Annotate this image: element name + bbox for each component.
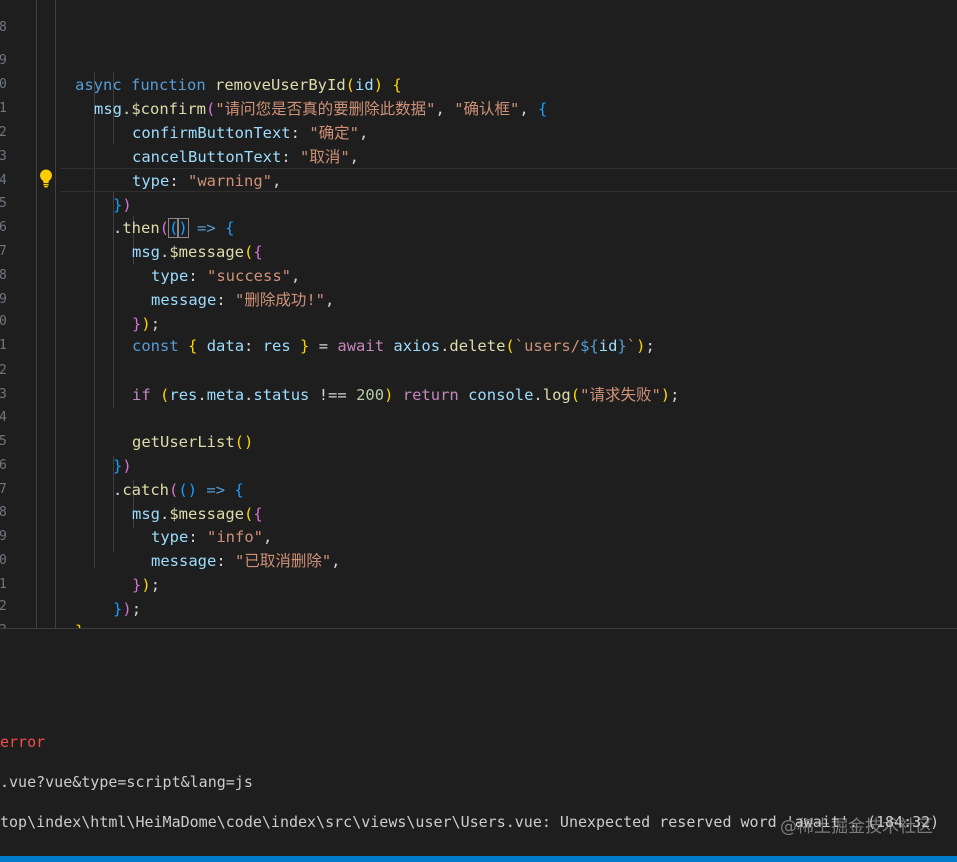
line-number: 3 — [0, 619, 11, 628]
code-line[interactable]: 8 message: "删除成功!", — [0, 240, 957, 309]
code-line[interactable]: 1 }); — [0, 549, 957, 618]
code-line[interactable]: 5 }) — [0, 406, 957, 475]
code-line[interactable]: 4 }) — [0, 145, 957, 214]
code-line[interactable]: 8 type: "info", — [0, 477, 957, 546]
code-line[interactable]: 1 confirmButtonText: "确定", — [0, 73, 957, 142]
code-line[interactable]: 8 — [0, 0, 957, 35]
code-line[interactable]: 4 getUserList() — [0, 382, 957, 451]
code-line[interactable]: 3 — [0, 595, 957, 628]
code-line[interactable]: 7 msg.$message({ — [0, 454, 957, 523]
code-line-current[interactable]: 5 .then(() => { — [0, 168, 957, 238]
code-line[interactable]: 9 async function removeUserById(id) { — [0, 25, 957, 94]
code-line[interactable]: 7 type: "success", — [0, 216, 957, 285]
terminal-module-path: .vue?vue&type=script&lang=js — [0, 773, 253, 791]
code-line[interactable]: 6 .catch(() => { — [0, 430, 957, 499]
code-line[interactable]: 0 const { data: res } = await axios.dele… — [0, 286, 957, 355]
code-line[interactable]: 6 msg.$message({ — [0, 192, 957, 261]
status-bar — [0, 856, 957, 862]
code-line[interactable]: 9 message: "已取消删除", — [0, 501, 957, 570]
code-line[interactable]: 9 }); — [0, 264, 957, 333]
code-line[interactable]: 0 msg.$confirm("请问您是否真的要删除此数据", "确认框", { — [0, 49, 957, 118]
code-line[interactable]: 0 }); — [0, 525, 957, 594]
terminal-error-label: error — [0, 733, 46, 751]
code-line[interactable]: 1 — [0, 310, 957, 353]
code-line[interactable]: 2 } — [0, 571, 957, 628]
lightbulb-icon[interactable] — [37, 168, 55, 188]
code-editor[interactable]: 8 9 async function removeUserById(id) { … — [0, 0, 957, 628]
code-line[interactable]: 3 — [0, 359, 957, 402]
code-line[interactable]: 3 type: "warning", — [0, 121, 957, 190]
code-line[interactable]: 2 if (res.meta.status !== 200) return co… — [0, 335, 957, 404]
watermark: @稀土掘金技术社区 — [780, 817, 933, 837]
code-line[interactable]: 2 cancelButtonText: "取消", — [0, 97, 957, 166]
